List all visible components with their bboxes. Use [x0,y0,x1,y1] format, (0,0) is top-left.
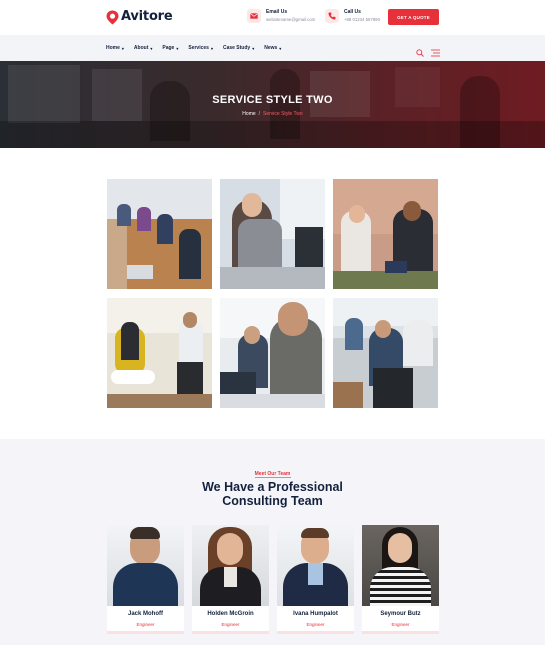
nav-item-case-study[interactable]: Case Study ▾ [223,45,254,51]
member-role: Engineer [391,622,410,627]
call-contact[interactable]: Call Us +88 01234 567890 [325,9,380,23]
avatar [107,525,184,606]
phone-icon [325,9,339,23]
member-name: Holden McGroin [207,611,254,617]
member-role: Engineer [221,622,240,627]
nav-item-home[interactable]: Home ▾ [106,45,124,51]
call-title: Call Us [344,9,361,15]
breadcrumb-separator: / [258,111,261,117]
gallery-image[interactable] [220,298,325,408]
site-header: Avitore Email Us websitename@gmail.com C… [0,0,545,35]
get-a-quote-button[interactable]: GET A QUOTE [388,9,439,25]
gallery-image[interactable] [333,179,438,289]
gallery-image[interactable] [107,298,212,408]
call-value[interactable]: +88 01234 567890 [344,16,380,23]
nav-item-about[interactable]: About ▾ [134,45,152,51]
chevron-down-icon: ▾ [176,45,179,51]
menu-icon[interactable] [431,44,440,62]
breadcrumb-current: Service Style Two [263,111,303,117]
team-section: Meet Our Team We Have a Professional Con… [0,439,545,645]
envelope-icon [247,9,261,23]
member-role: Engineer [136,622,155,627]
chevron-down-icon: ▾ [121,45,124,51]
search-icon[interactable] [416,44,424,62]
avatar [192,525,269,606]
email-title: Email Us [266,9,288,15]
logo[interactable]: Avitore [106,9,173,24]
avatar [277,525,354,606]
main-navigation: Home ▾ About ▾ Page ▾ Services ▾ Case Study ▾… [0,35,545,61]
page-banner: SERVICE STYLE TWO Home / Service Style Two [0,61,545,148]
breadcrumb: Home / Service Style Two [0,111,545,117]
breadcrumb-home[interactable]: Home [242,111,255,117]
team-member-card[interactable]: Ivana Humpalot Engineer [277,525,354,634]
brand-name: Avitore [121,9,173,24]
subtitle-underline [255,477,291,478]
gallery-image[interactable] [333,298,438,408]
chevron-down-icon: ▾ [279,45,282,51]
page-title: SERVICE STYLE TWO [212,94,333,106]
gallery-image[interactable] [220,179,325,289]
nav-item-news[interactable]: News ▾ [264,45,281,51]
card-accent-bar [192,631,269,634]
nav-item-services[interactable]: Services ▾ [188,45,213,51]
team-member-card[interactable]: Seymour Butz Engineer [362,525,439,634]
team-member-card[interactable]: Holden McGroin Engineer [192,525,269,634]
member-name: Jack Mohoff [127,611,163,617]
card-accent-bar [277,631,354,634]
nav-item-page[interactable]: Page ▾ [162,45,178,51]
location-pin-icon [106,10,119,24]
member-role: Engineer [306,622,325,627]
team-member-card[interactable]: Jack Mohoff Engineer [107,525,184,634]
card-accent-bar [362,631,439,634]
member-name: Ivana Humpalot [293,611,338,617]
chevron-down-icon: ▾ [210,45,213,51]
gallery-image[interactable] [107,179,212,289]
member-name: Seymour Butz [380,611,421,617]
chevron-down-icon: ▾ [252,45,255,51]
email-contact[interactable]: Email Us websitename@gmail.com [247,9,315,23]
email-value[interactable]: websitename@gmail.com [266,16,315,23]
avatar [362,525,439,606]
card-accent-bar [107,631,184,634]
chevron-down-icon: ▾ [150,45,153,51]
team-heading: We Have a Professional Consulting Team [202,480,343,508]
